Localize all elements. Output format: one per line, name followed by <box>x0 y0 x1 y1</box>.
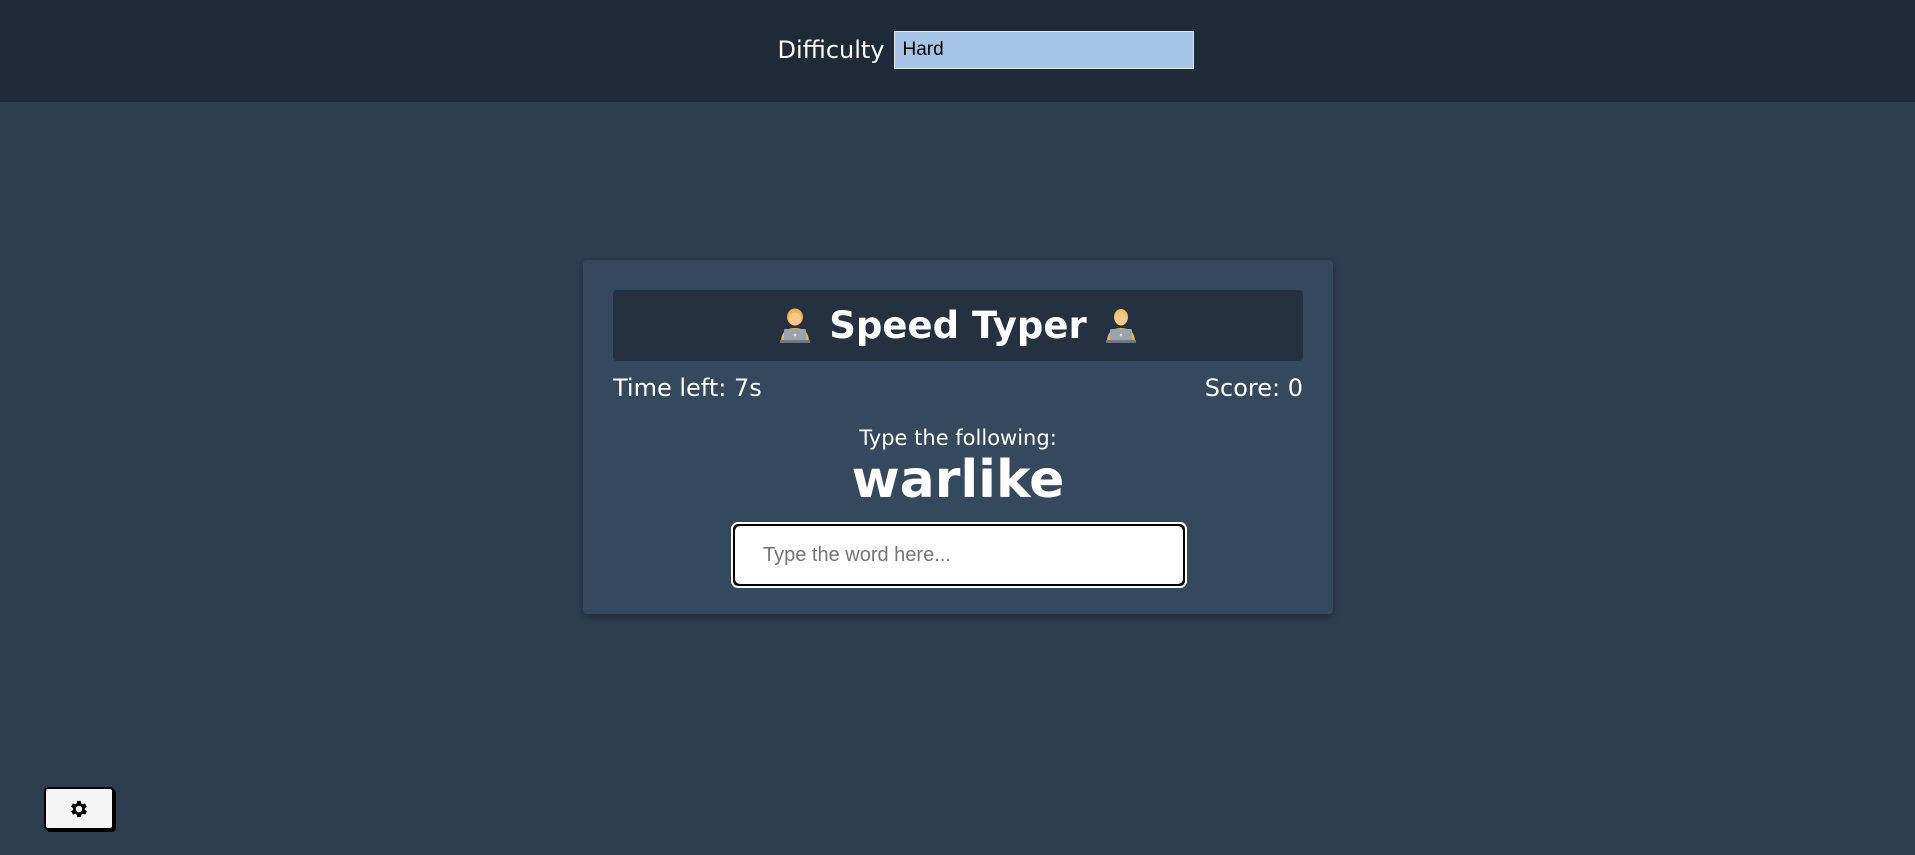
difficulty-select-value: Hard <box>902 39 944 60</box>
word-input[interactable] <box>735 526 1183 584</box>
person-at-laptop-icon <box>1105 308 1136 343</box>
difficulty-control: Difficulty Hard <box>777 31 1194 69</box>
word-input-frame <box>731 522 1187 588</box>
gear-icon <box>71 800 87 817</box>
difficulty-select[interactable]: Hard <box>893 31 1194 69</box>
prompt-text: Type the following: <box>859 426 1057 450</box>
time-left: Time left: 7s <box>613 374 762 402</box>
game-title: Speed Typer <box>761 304 1154 347</box>
top-bar: Difficulty Hard <box>0 0 1915 102</box>
target-word: warlike <box>851 450 1065 510</box>
difficulty-label: Difficulty <box>777 36 885 64</box>
person-at-laptop-icon <box>780 308 811 343</box>
score: Score: 0 <box>1204 374 1303 402</box>
game-card: Speed Typer Time left: 7s Score: 0 Type … <box>583 260 1333 614</box>
settings-button[interactable] <box>44 787 114 830</box>
title-bar: Speed Typer <box>613 290 1303 361</box>
game-title-text: Speed Typer <box>829 304 1087 347</box>
